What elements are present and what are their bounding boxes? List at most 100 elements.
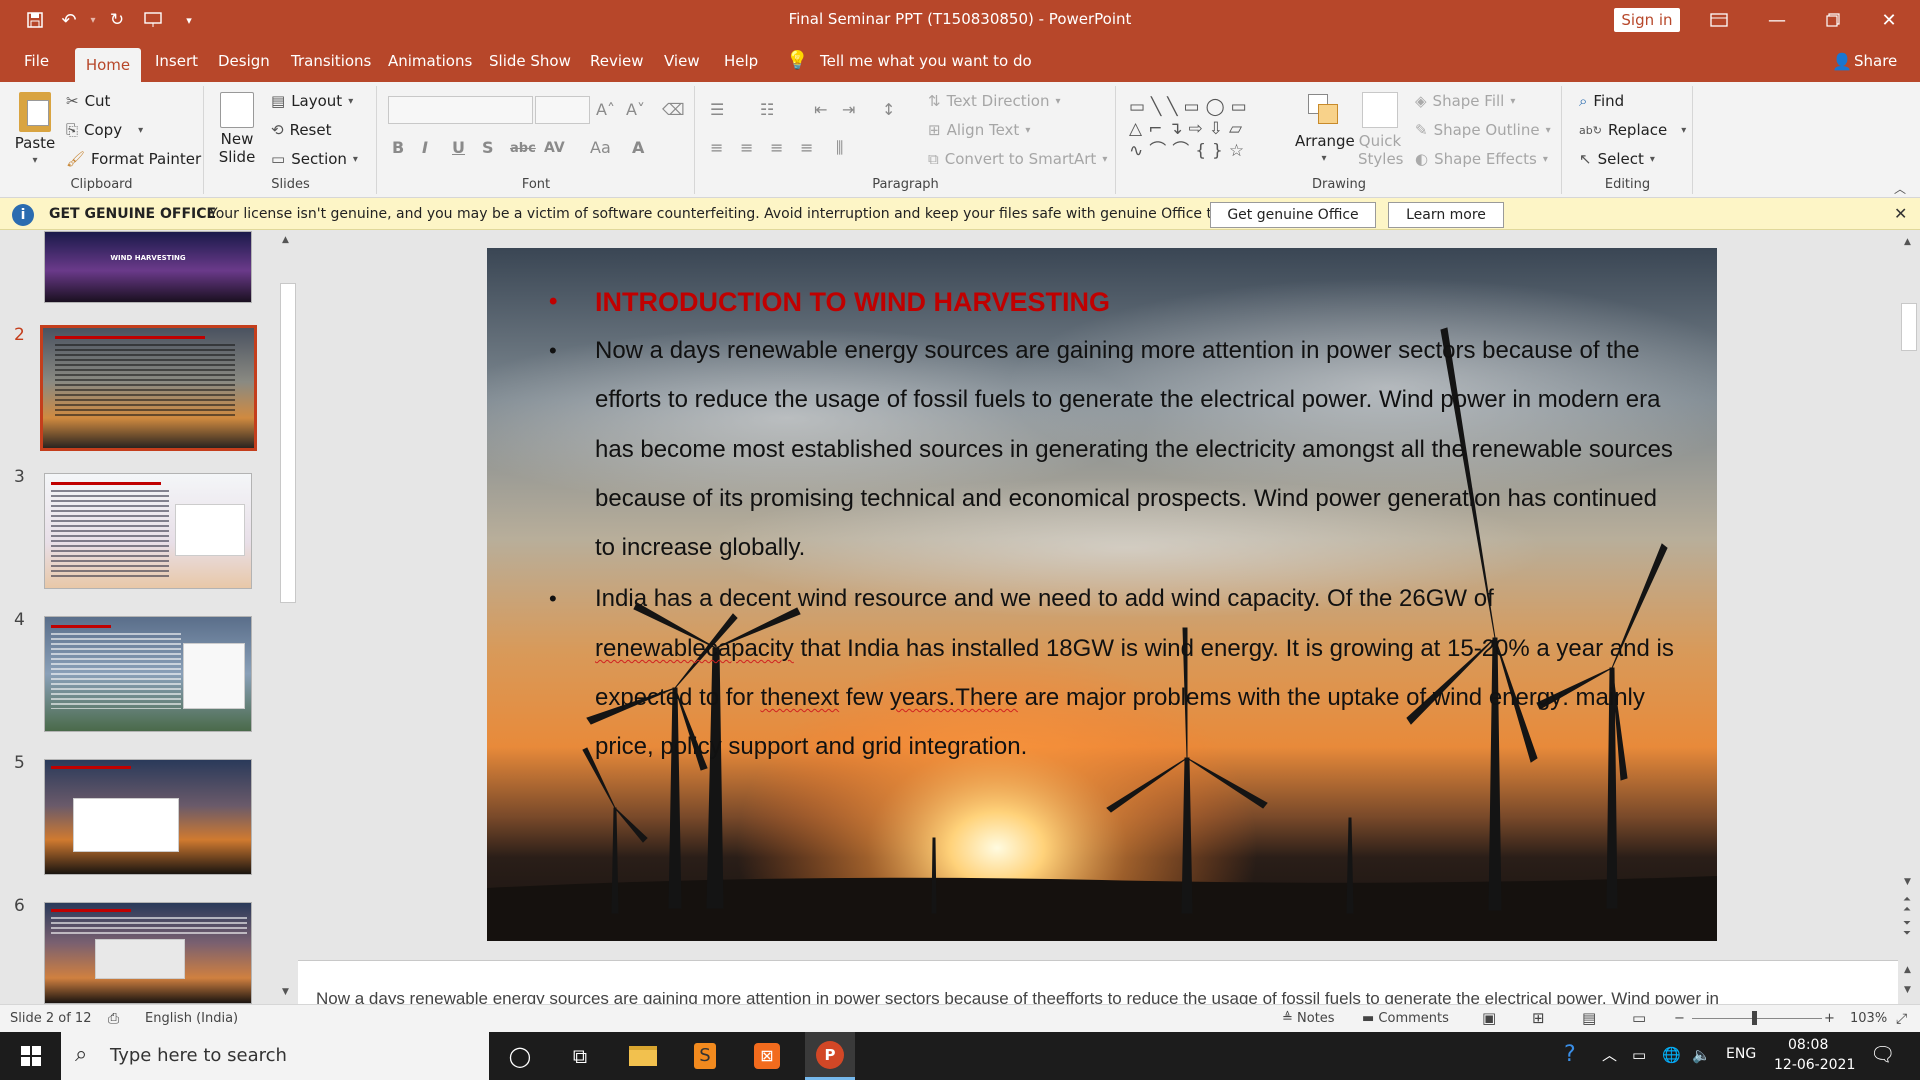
next-slide-icon[interactable]: ⏷ ⏷ [1903,919,1911,939]
new-slide-button[interactable]: New Slide [211,92,263,166]
shape-fill-button[interactable]: ◈ Shape Fill ▾ [1415,92,1515,110]
zoom-slider-thumb[interactable] [1752,1011,1757,1025]
change-case-icon[interactable]: Aa [590,138,611,157]
shapes-gallery[interactable]: ▭╲╲▭◯▭ △⌐↴⇨⇩▱ ∿⌒⌒{}☆ [1129,96,1295,162]
tab-file[interactable]: File [14,40,59,82]
collapse-ribbon-icon[interactable]: ︿ [1894,180,1906,197]
tab-slide-show[interactable]: Slide Show [479,40,581,82]
tab-insert[interactable]: Insert [145,40,208,82]
font-name-combo[interactable] [388,96,533,124]
scroll-down-icon[interactable]: ▼ [282,987,289,997]
quick-styles-button[interactable]: Quick Styles [1353,92,1407,168]
show-hidden-icons-icon[interactable]: ︿ [1602,1044,1617,1065]
font-size-combo[interactable] [535,96,590,124]
numbering-icon[interactable]: ☷ [760,100,774,119]
copy-button[interactable]: ⎘ Copy ▾ [66,121,143,139]
file-explorer-icon[interactable] [618,1032,668,1080]
close-icon[interactable]: ✕ [1866,0,1912,40]
cut-button[interactable]: ✂ Cut [66,92,110,110]
slide-scrollbar-thumb[interactable] [1901,303,1917,351]
notes-scroll-up-icon[interactable]: ▲ [1904,965,1911,975]
increase-font-icon[interactable]: A˄ [596,100,615,119]
input-language[interactable]: ENG [1726,1046,1756,1062]
tab-animations[interactable]: Animations [378,40,482,82]
sign-in-button[interactable]: Sign in [1614,8,1680,32]
close-notice-icon[interactable]: ✕ [1894,204,1907,223]
zoom-out-icon[interactable]: − [1674,1011,1685,1026]
scroll-up-icon[interactable]: ▲ [1904,237,1911,247]
sublime-text-icon[interactable]: S [680,1032,730,1080]
battery-icon[interactable]: ▭ [1632,1046,1646,1064]
restore-icon[interactable] [1810,0,1856,40]
powerpoint-taskbar-icon[interactable]: P [805,1032,855,1080]
minimize-icon[interactable]: — [1754,0,1800,40]
scroll-up-icon[interactable]: ▲ [282,235,289,245]
tab-review[interactable]: Review [580,40,654,82]
strikethrough-icon[interactable]: abc [510,141,536,156]
slide-thumbnail-3[interactable] [44,473,252,589]
slide-show-icon[interactable]: ▭ [1632,1009,1646,1027]
zoom-in-icon[interactable]: + [1824,1011,1835,1026]
notes-pane[interactable]: Now a days renewable energy sources are … [298,960,1898,1004]
paste-button[interactable]: Paste ▾ [12,92,58,170]
reset-button[interactable]: ⟲ Reset [271,121,331,139]
reading-view-icon[interactable]: ▤ [1582,1009,1596,1027]
bullets-icon[interactable]: ☰ [710,100,724,119]
tab-design[interactable]: Design [208,40,280,82]
bold-icon[interactable]: B [392,138,404,157]
cortana-icon[interactable]: ◯ [495,1032,545,1080]
learn-more-button[interactable]: Learn more [1388,202,1504,228]
italic-icon[interactable]: I [422,138,428,157]
justify-icon[interactable]: ≡ [800,138,813,157]
slide-scrollbar[interactable]: ▲ ▼ ⏶ ⏶ ⏷ ⏷ ▲ ▼ [1898,231,1920,1004]
tab-home[interactable]: Home [75,48,141,82]
slide-thumbnail-2[interactable] [40,325,257,451]
thumbnail-scrollbar-thumb[interactable] [280,283,296,603]
section-button[interactable]: ▭ Section ▾ [271,150,358,168]
slide-heading[interactable]: • INTRODUCTION TO WIND HARVESTING [547,280,1677,324]
zoom-slider[interactable] [1692,1018,1822,1019]
xampp-icon[interactable]: ⊠ [742,1032,792,1080]
tab-view[interactable]: View [654,40,710,82]
tab-transitions[interactable]: Transitions [281,40,381,82]
network-globe-icon[interactable]: 🌐 [1662,1046,1681,1064]
ribbon-display-options-icon[interactable] [1696,0,1742,40]
slide-thumbnail-6[interactable] [44,902,252,1004]
layout-button[interactable]: ▤ Layout ▾ [271,92,353,110]
slide-bullet-1[interactable]: • Now a days renewable energy sources ar… [547,326,1677,572]
replace-button[interactable]: ab↻ Replace ▾ [1579,121,1686,139]
increase-indent-icon[interactable]: ⇥ [842,100,855,119]
clock-time[interactable]: 08:08 [1788,1037,1828,1053]
fit-to-window-icon[interactable]: ⤢ [1896,1011,1907,1027]
tell-me-search[interactable]: Tell me what you want to do [820,40,1032,82]
align-text-button[interactable]: ⊞ Align Text ▾ [928,121,1030,139]
convert-smartart-button[interactable]: ⧉ Convert to SmartArt ▾ [928,150,1107,168]
volume-icon[interactable]: 🔈 [1692,1046,1711,1064]
format-painter-button[interactable]: 🖌 Format Painter [66,150,201,168]
underline-icon[interactable]: U [452,138,465,157]
notifications-icon[interactable]: 🗨 [1870,1042,1895,1066]
language-indicator[interactable]: English (India) [145,1011,238,1026]
thumbnail-scrollbar[interactable]: ▲ ▼ [278,231,298,1004]
zoom-level[interactable]: 103% [1850,1011,1887,1026]
character-spacing-icon[interactable]: AV [544,140,565,156]
text-direction-button[interactable]: ⇅ Text Direction ▾ [928,92,1060,110]
decrease-font-icon[interactable]: A˅ [626,100,645,119]
slide-bullet-2[interactable]: • India has a decent wind resource and w… [547,574,1677,771]
shadow-icon[interactable]: S [482,138,494,157]
notes-scroll-down-icon[interactable]: ▼ [1904,985,1911,995]
shape-effects-button[interactable]: ◐ Shape Effects ▾ [1415,150,1548,168]
get-genuine-office-button[interactable]: Get genuine Office [1210,202,1376,228]
slide-thumbnail-1[interactable]: WIND HARVESTING [44,231,252,303]
find-button[interactable]: ⌕ Find [1579,92,1624,110]
comments-toggle[interactable]: ▬ Comments [1362,1011,1449,1026]
notes-toggle[interactable]: ≜ Notes [1282,1011,1335,1026]
line-spacing-icon[interactable]: ↕ [882,100,895,119]
arrange-button[interactable]: Arrange ▾ [1295,92,1355,168]
slide-thumbnail-4[interactable] [44,616,252,732]
decrease-indent-icon[interactable]: ⇤ [814,100,827,119]
align-center-icon[interactable]: ≡ [740,138,753,157]
font-color-icon[interactable]: A [632,138,644,157]
help-tray-icon[interactable]: ? [1564,1042,1576,1067]
shape-outline-button[interactable]: ✎ Shape Outline ▾ [1415,121,1551,139]
